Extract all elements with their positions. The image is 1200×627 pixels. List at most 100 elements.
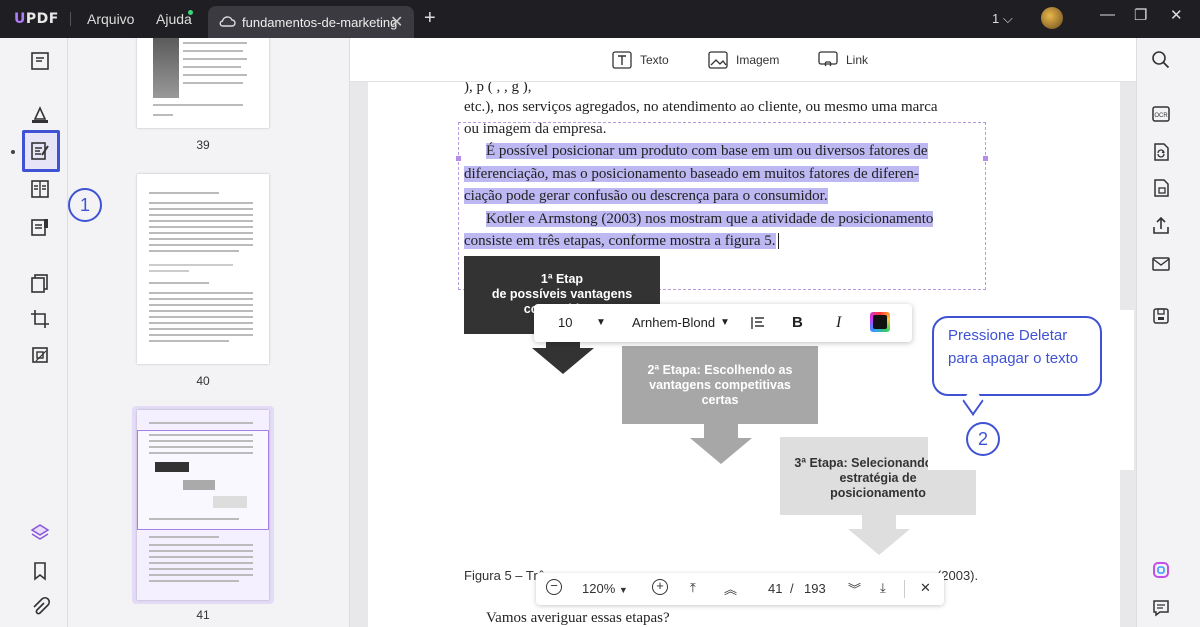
- organize-icon[interactable]: [27, 176, 53, 202]
- next-page-icon[interactable]: ︾: [848, 579, 861, 598]
- chevron-down-icon[interactable]: ▼: [596, 317, 606, 328]
- minimize-icon[interactable]: —: [1100, 6, 1115, 23]
- selected-text: Kotler e Armstong (2003) nos mostram que…: [486, 211, 934, 227]
- close-window-icon[interactable]: ✕: [1170, 6, 1183, 24]
- thumbnail-label-40: 40: [196, 374, 210, 388]
- selected-text: diferenciação, mas o posicionamento base…: [464, 166, 919, 182]
- step1-text-b: de possíveis vantagens: [491, 287, 633, 301]
- add-image-button[interactable]: Imagem: [708, 51, 779, 69]
- italic-button[interactable]: I: [836, 314, 841, 332]
- selected-text: ciação pode gerar confusão ou descrença …: [464, 188, 828, 204]
- maximize-icon[interactable]: ❐: [1134, 6, 1147, 24]
- new-tab-icon[interactable]: +: [424, 7, 436, 30]
- form-icon[interactable]: [27, 214, 53, 240]
- text-line: etc.), nos serviços agregados, no atendi…: [464, 99, 938, 115]
- menu-arquivo[interactable]: Arquivo: [87, 11, 134, 27]
- ocr-icon[interactable]: OCR: [1151, 104, 1171, 124]
- add-link-label: Link: [846, 53, 869, 67]
- current-page-input[interactable]: 41: [768, 581, 782, 596]
- zoom-level[interactable]: 120% ▼: [582, 581, 628, 596]
- font-family-select[interactable]: Arnhem-Blond: [632, 315, 715, 330]
- resize-handle[interactable]: [456, 156, 461, 161]
- attachment-icon[interactable]: [27, 594, 53, 620]
- close-nav-icon[interactable]: ✕: [920, 580, 931, 596]
- caption-start: Figura 5 – Trê: [464, 568, 545, 583]
- convert-icon[interactable]: [1151, 142, 1171, 162]
- document-tab[interactable]: fundamentos-de-marketing ✕: [208, 6, 414, 38]
- divider: [904, 580, 905, 598]
- menu-ajuda[interactable]: Ajuda: [156, 11, 192, 27]
- document-area: ), p ( , , g ), etc.), nos serviços agre…: [350, 38, 1136, 627]
- selected-text-line[interactable]: Kotler e Armstong (2003) nos mostram que…: [464, 208, 984, 231]
- chevron-down-icon: ⌵: [1002, 11, 1013, 26]
- zoom-out-icon[interactable]: −: [546, 579, 562, 595]
- step3-arrow: [848, 515, 910, 555]
- total-pages: 193: [804, 581, 826, 596]
- color-swatch: [873, 315, 887, 329]
- font-size-select[interactable]: 10: [558, 315, 572, 330]
- callout-number-1: 1: [68, 188, 102, 222]
- thumbnail-panel: 1 39 40 41: [68, 38, 350, 627]
- selected-text: É possível posicionar um produto com bas…: [486, 143, 928, 159]
- search-icon[interactable]: [1151, 50, 1171, 70]
- divider: [70, 12, 71, 26]
- pages-icon[interactable]: [27, 270, 53, 296]
- save-icon[interactable]: [1151, 306, 1171, 326]
- tab-title: fundamentos-de-marketing: [242, 15, 398, 30]
- thumbnail-page-40[interactable]: [137, 174, 269, 364]
- pdf-page: ), p ( , , g ), etc.), nos serviços agre…: [368, 79, 1134, 627]
- thumbnail-page-39[interactable]: [137, 38, 269, 128]
- share-icon[interactable]: [1151, 216, 1171, 236]
- step1-text-a: 1ª Etap: [540, 272, 584, 286]
- thumbnail-page-41[interactable]: [137, 410, 269, 600]
- comment-icon[interactable]: [27, 102, 53, 128]
- window-selector[interactable]: 1 ⌵: [992, 11, 1013, 27]
- zoom-in-icon[interactable]: +: [652, 579, 668, 595]
- crop-icon[interactable]: [27, 306, 53, 332]
- previous-page-icon[interactable]: ︽: [724, 579, 737, 598]
- right-toolbar: OCR: [1136, 38, 1200, 627]
- add-text-button[interactable]: Texto: [612, 51, 669, 69]
- selected-text-line[interactable]: diferenciação, mas o posicionamento base…: [464, 163, 984, 186]
- left-toolbar: [0, 38, 68, 627]
- notification-dot: [188, 10, 193, 15]
- link-icon: [818, 51, 838, 67]
- edit-pdf-icon[interactable]: [27, 138, 53, 164]
- reader-icon[interactable]: [27, 48, 53, 74]
- text-color-button[interactable]: [870, 312, 890, 332]
- protect-icon[interactable]: [27, 342, 53, 368]
- text-cursor: [777, 233, 779, 249]
- last-page-icon[interactable]: ⤓: [880, 580, 886, 596]
- chevron-down-icon[interactable]: ▼: [720, 317, 730, 328]
- protect-document-icon[interactable]: [1151, 178, 1171, 198]
- step2-label: 2ª Etapa: Escolhendo as vantagens compet…: [647, 363, 793, 407]
- add-image-label: Imagem: [736, 53, 780, 67]
- callout-bubble: Pressione Deletar para apagar o texto: [932, 316, 1102, 396]
- svg-text:OCR: OCR: [1154, 113, 1168, 119]
- comments-icon[interactable]: [1151, 598, 1171, 618]
- align-left-icon[interactable]: [750, 315, 766, 331]
- ai-assistant-icon[interactable]: [1151, 560, 1171, 580]
- zoom-value: 120%: [582, 581, 616, 596]
- selected-text-line[interactable]: ciação pode gerar confusão ou descrença …: [464, 185, 984, 208]
- thumbnail-label-41: 41: [196, 608, 210, 622]
- thumbnail-label-39: 39: [196, 138, 210, 152]
- close-tab-icon[interactable]: ✕: [390, 12, 403, 32]
- bookmark-icon[interactable]: [27, 558, 53, 584]
- step2-arrow: [690, 424, 752, 464]
- avatar[interactable]: [1041, 7, 1063, 29]
- callout-number-2: 2: [966, 422, 1000, 456]
- selected-text-line[interactable]: É possível posicionar um produto com bas…: [464, 140, 984, 163]
- text-format-toolbar: 10 ▼ Arnhem-Blond ▼ B I: [534, 304, 912, 342]
- layers-icon[interactable]: [27, 520, 53, 546]
- selected-text-line[interactable]: consiste em três etapas, conforme mostra…: [464, 230, 984, 253]
- window-selector-value: 1: [992, 11, 1000, 26]
- add-text-label: Texto: [640, 53, 669, 67]
- email-icon[interactable]: [1151, 254, 1171, 274]
- active-marker: [11, 150, 15, 154]
- app-logo: UPDF: [14, 11, 59, 27]
- bold-button[interactable]: B: [792, 314, 803, 331]
- add-link-button[interactable]: Link: [818, 51, 868, 69]
- page-separator: /: [790, 581, 794, 596]
- first-page-icon[interactable]: ⤒: [690, 580, 696, 596]
